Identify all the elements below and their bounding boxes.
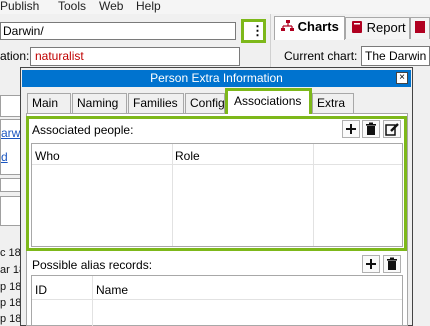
add-alias-button[interactable]	[362, 255, 380, 273]
column-header-who[interactable]: Who	[35, 149, 60, 163]
chart-icon	[281, 20, 294, 31]
column-divider	[92, 276, 93, 326]
column-header-role[interactable]: Role	[175, 149, 200, 163]
tab-families[interactable]: Families	[128, 93, 184, 113]
alias-records-table[interactable]	[31, 275, 403, 326]
trash-icon	[366, 122, 376, 135]
table-header-divider	[32, 164, 402, 165]
occupation-label: ation:	[0, 49, 30, 63]
tab-next[interactable]	[410, 17, 430, 39]
associated-people-label: Associated people:	[32, 123, 134, 137]
tab-main[interactable]: Main	[27, 93, 71, 113]
delete-association-button[interactable]	[362, 120, 380, 138]
tab-naming[interactable]: Naming	[72, 93, 127, 113]
column-divider	[172, 144, 173, 246]
column-header-name[interactable]: Name	[96, 283, 128, 297]
table-header-divider	[32, 299, 402, 300]
tab-config[interactable]: Config	[185, 93, 225, 113]
column-divider	[313, 144, 314, 246]
trash-icon	[387, 257, 397, 270]
tab-report-label: Report	[366, 20, 406, 35]
tab-report[interactable]: Report	[345, 17, 410, 39]
edit-association-button[interactable]	[383, 120, 401, 138]
add-association-button[interactable]	[342, 120, 360, 138]
dialog-title: Person Extra Information	[22, 70, 411, 87]
plus-icon	[346, 124, 356, 134]
tab-icon	[415, 21, 425, 33]
tab-extra[interactable]: Extra	[312, 93, 354, 113]
menu-web[interactable]: Web	[99, 0, 123, 13]
date-fragment: p 18	[0, 297, 22, 309]
tab-associations[interactable]: Associations	[225, 88, 312, 114]
occupation-field[interactable]: naturalist	[30, 47, 240, 66]
tab-charts[interactable]: Charts	[274, 16, 345, 40]
vertical-ellipsis-icon: ⋮	[251, 23, 264, 38]
tab-charts-label: Charts	[297, 19, 339, 34]
date-fragment: p 18	[0, 313, 22, 325]
current-chart-label: Current chart:	[284, 49, 358, 63]
column-header-id[interactable]: ID	[35, 283, 47, 297]
edit-icon	[385, 123, 399, 136]
alias-records-label: Possible alias records:	[32, 258, 153, 272]
left-link-2[interactable]: d	[1, 150, 8, 164]
current-chart-field[interactable]: The Darwin I	[361, 46, 430, 66]
associated-people-table[interactable]	[31, 143, 403, 247]
date-fragment: p 18	[0, 281, 22, 293]
date-fragment: c 18	[0, 247, 21, 259]
report-icon	[352, 21, 362, 33]
plus-icon	[366, 259, 376, 269]
menubar: Publish Tools Web Help	[0, 0, 430, 14]
menu-publish[interactable]: Publish	[0, 0, 39, 13]
more-options-button[interactable]: ⋮	[241, 19, 266, 43]
delete-alias-button[interactable]	[383, 255, 401, 273]
menu-tools[interactable]: Tools	[58, 0, 86, 13]
menu-help[interactable]: Help	[136, 0, 161, 13]
path-field[interactable]: Darwin/	[0, 22, 236, 40]
close-icon[interactable]: ×	[396, 72, 408, 84]
